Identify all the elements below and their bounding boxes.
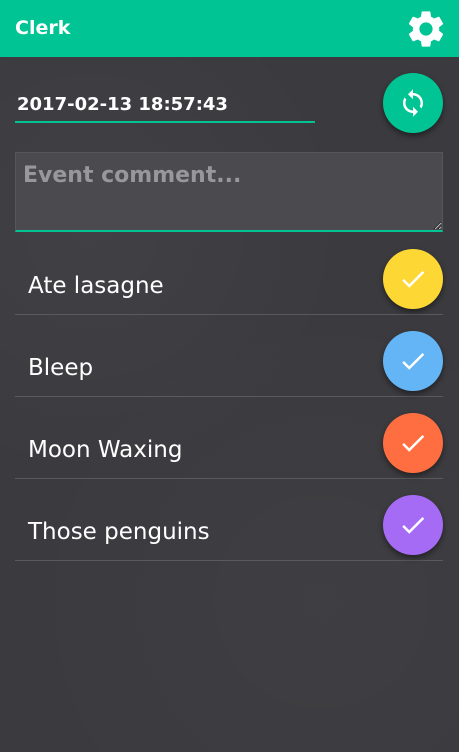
log-event-button[interactable] [383,331,443,391]
log-event-button[interactable] [383,249,443,309]
datetime-field [15,90,317,123]
event-label: Bleep [28,355,94,381]
log-event-button[interactable] [383,413,443,473]
event-row: Ate lasagne [15,233,443,315]
check-icon [402,271,425,288]
gear-icon [408,11,444,47]
refresh-time-button[interactable] [383,73,443,133]
settings-button[interactable] [404,7,448,51]
datetime-input[interactable] [15,90,317,120]
event-row: Bleep [15,315,443,397]
event-label: Ate lasagne [28,273,164,299]
event-list: Ate lasagne Bleep Moon Waxing Those peng… [15,233,443,561]
log-event-button[interactable] [383,495,443,555]
check-icon [402,435,425,452]
event-label: Those penguins [28,519,210,545]
refresh-icon [403,89,423,117]
event-comment-input[interactable] [15,152,443,232]
app-screen: Clerk Ate lasagne Bleep [0,0,459,752]
event-row: Those penguins [15,479,443,561]
app-title: Clerk [15,17,71,39]
top-app-bar: Clerk [0,0,459,57]
check-icon [402,517,425,534]
event-label: Moon Waxing [28,437,183,463]
event-row: Moon Waxing [15,397,443,479]
check-icon [402,353,425,370]
